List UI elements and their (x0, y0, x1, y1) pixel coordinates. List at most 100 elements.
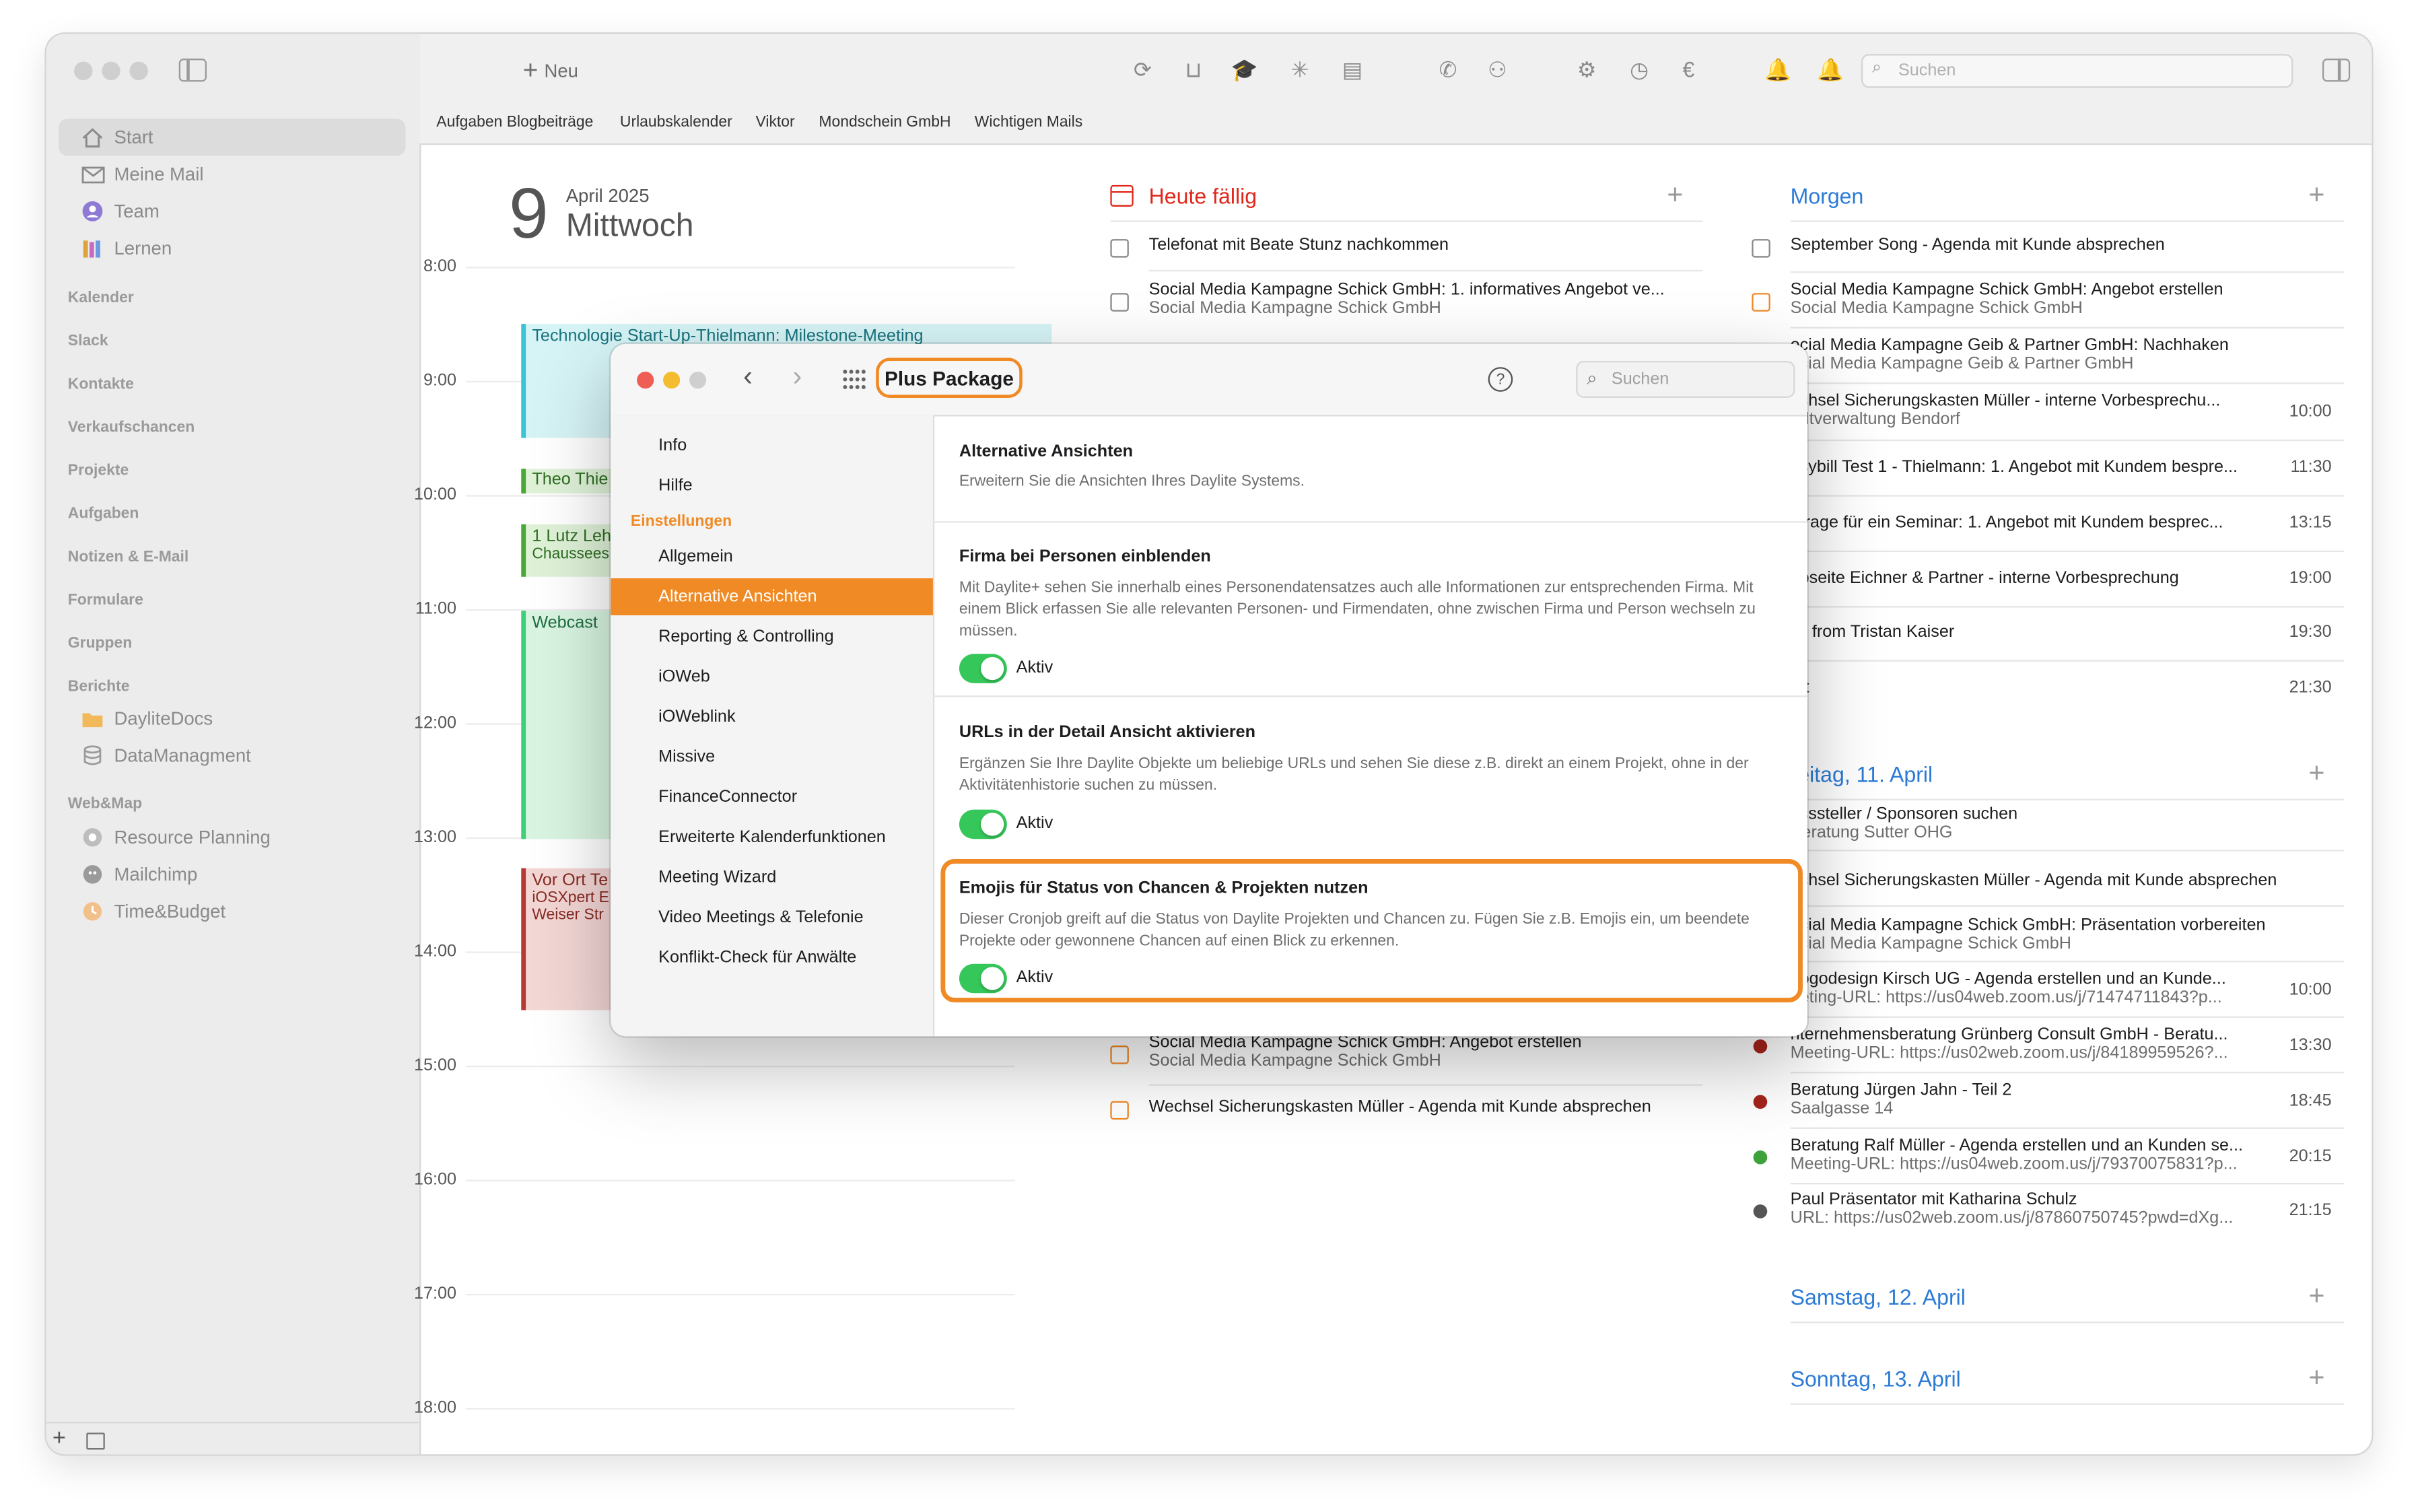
favorite-link[interactable]: Wichtigen Mails (975, 114, 1082, 131)
graduation-cap-icon[interactable]: 🎓 (1231, 55, 1258, 83)
task-checkbox[interactable] (1752, 239, 1770, 258)
dialog-zoom-button[interactable] (689, 372, 707, 389)
sidebar-item-mailchimp[interactable]: Mailchimp (59, 856, 405, 893)
tray-icon[interactable]: ⊔ (1179, 55, 1207, 83)
add-samstag-button[interactable]: + (2308, 1280, 2324, 1312)
add-heute-button[interactable]: + (1667, 179, 1683, 211)
dialog-nav-missive[interactable]: Missive (611, 738, 933, 776)
task-item[interactable]: Social Media Kampagne Schick GmbH: Angeb… (1149, 1033, 1696, 1070)
emojis-toggle[interactable] (959, 963, 1007, 994)
task-item[interactable]: September Song - Agenda mit Kunde abspre… (1791, 236, 2338, 254)
task-item[interactable]: usssteller / Sponsoren suchen Beratung Su… (1791, 805, 2338, 842)
task-checkbox[interactable] (1110, 1101, 1129, 1120)
sidebar-section-verkaufschancen[interactable]: Verkaufschancen (68, 419, 195, 436)
dialog-nav-video-meetings[interactable]: Video Meetings & Telefonie (611, 899, 933, 936)
task-item[interactable]: rzt (1791, 679, 2269, 697)
sidebar-section-kalender[interactable]: Kalender (68, 290, 134, 307)
task-checkbox[interactable] (1110, 293, 1129, 312)
favorite-link[interactable]: Viktor (755, 114, 794, 131)
network-icon[interactable]: ⚙ (1573, 55, 1601, 83)
task-item[interactable]: all from Tristan Kaiser (1791, 623, 2269, 641)
close-window-button[interactable] (73, 61, 93, 81)
task-item[interactable]: Beratung Jürgen Jahn - Teil 2 Saalgasse 1… (1791, 1081, 2269, 1118)
favorite-link[interactable]: Mondschein GmbH (819, 114, 951, 131)
task-item[interactable]: Beratung Ralf Müller - Agenda erstellen … (1791, 1136, 2269, 1173)
dialog-minimize-button[interactable] (663, 372, 681, 389)
calendar-small-icon[interactable] (86, 1433, 105, 1450)
sidebar-item-start[interactable]: Start (59, 118, 406, 156)
task-item[interactable]: Social Media Kampagne Schick GmbH: 1. in… (1149, 281, 1696, 318)
task-item[interactable]: Wechsel Sicherungskasten Müller - Agenda… (1149, 1098, 1696, 1116)
dialog-nav-alternative-ansichten[interactable]: Alternative Ansichten (611, 578, 933, 616)
sidebar-section-notizen[interactable]: Notizen & E-Mail (68, 549, 188, 566)
grid-icon[interactable] (842, 369, 867, 390)
task-item[interactable]: Paul Präsentator mit Katharina Schulz URL… (1791, 1190, 2269, 1227)
dialog-search-input[interactable]: ⌕ Suchen (1576, 361, 1795, 399)
new-button[interactable]: + Neu (523, 55, 578, 86)
dialog-nav-kalenderfunktionen[interactable]: Erweiterte Kalenderfunktionen (611, 819, 933, 856)
dialog-nav-reporting[interactable]: Reporting & Controlling (611, 619, 933, 656)
inspector-toggle-icon[interactable] (2322, 59, 2351, 82)
task-checkbox[interactable] (1752, 293, 1770, 312)
dialog-nav-allgemein[interactable]: Allgemein (611, 538, 933, 575)
sidebar-item-team[interactable]: Team (59, 193, 405, 230)
zoom-window-button[interactable] (129, 61, 148, 81)
favorite-link[interactable]: Urlaubskalender (620, 114, 732, 131)
dialog-nav-financeconnector[interactable]: FinanceConnector (611, 779, 933, 816)
sidebar-section-kontakte[interactable]: Kontakte (68, 376, 134, 393)
dialog-nav-konflikt-check[interactable]: Konflikt-Check für Anwälte (611, 939, 933, 976)
task-item[interactable]: asybill Test 1 - Thielmann: 1. Angebot m… (1791, 458, 2269, 476)
sparkle-icon[interactable]: ✳ (1286, 55, 1314, 83)
sidebar-section-gruppen[interactable]: Gruppen (68, 635, 132, 652)
firma-toggle[interactable] (959, 654, 1007, 683)
task-item[interactable]: Logodesign Kirsch UG - Agenda erstellen … (1791, 970, 2269, 1007)
sidebar-section-aufgaben[interactable]: Aufgaben (68, 506, 139, 522)
sidebar-item-daylitedocs[interactable]: DayliteDocs (59, 700, 405, 737)
task-item[interactable]: Social Media Kampagne Schick GmbH: Angeb… (1791, 281, 2338, 318)
help-icon[interactable]: ? (1488, 367, 1513, 392)
add-morgen-button[interactable]: + (2308, 179, 2324, 211)
bell-icon[interactable]: 🔔 (1817, 55, 1844, 83)
sidebar-section-slack[interactable]: Slack (68, 333, 108, 350)
forward-chevron-icon[interactable]: › (792, 361, 802, 393)
person-icon[interactable]: ⚇ (1484, 55, 1511, 83)
add-freitag-button[interactable]: + (2308, 757, 2324, 790)
sidebar-item-lernen[interactable]: Lernen (59, 230, 405, 267)
urls-toggle[interactable] (959, 809, 1007, 839)
task-checkbox[interactable] (1110, 239, 1129, 258)
refresh-icon[interactable]: ⟳ (1129, 55, 1156, 83)
task-item[interactable]: ocial Media Kampagne Schick GmbH: Präsen… (1791, 916, 2338, 953)
euro-icon[interactable]: € (1675, 55, 1702, 83)
task-item[interactable]: nternehmensberatung Grünberg Consult Gmb… (1791, 1025, 2269, 1062)
task-checkbox[interactable] (1110, 1045, 1129, 1064)
sidebar-item-resource-planning[interactable]: Resource Planning (59, 819, 405, 856)
task-item[interactable]: ocial Media Kampagne Geib & Partner GmbH… (1791, 336, 2338, 373)
sidebar-toggle-icon[interactable] (178, 59, 207, 82)
dialog-nav-ioweb[interactable]: iOWeb (611, 658, 933, 695)
dialog-nav-meeting-wizard[interactable]: Meeting Wizard (611, 859, 933, 896)
favorite-link[interactable]: Aufgaben Blogbeiträge (436, 114, 593, 131)
dialog-close-button[interactable] (637, 372, 654, 389)
dialog-nav-hilfe[interactable]: Hilfe (611, 467, 933, 504)
sidebar-item-mail[interactable]: Meine Mail (59, 156, 405, 193)
sidebar-item-timebudget[interactable]: Time&Budget (59, 893, 405, 930)
dialog-nav-ioweblink[interactable]: iOWeblink (611, 699, 933, 736)
add-sonntag-button[interactable]: + (2308, 1362, 2324, 1394)
sidebar-item-datamanagment[interactable]: DataManagment (59, 737, 405, 774)
back-chevron-icon[interactable]: ‹ (743, 361, 753, 393)
sidebar-section-webmap[interactable]: Web&Map (68, 796, 142, 813)
sidebar-section-berichte[interactable]: Berichte (68, 679, 130, 695)
layout-icon[interactable]: ▤ (1338, 55, 1366, 83)
task-item[interactable]: echsel Sicherungskasten Müller - Agenda … (1791, 871, 2338, 889)
sidebar-section-formulare[interactable]: Formulare (68, 592, 143, 609)
bell-muted-icon[interactable]: 🔔 (1764, 55, 1792, 83)
search-input[interactable]: ⌕ Suchen (1861, 54, 2293, 88)
task-item[interactable]: nfrage für ein Seminar: 1. Angebot mit K… (1791, 514, 2269, 532)
phone-icon[interactable]: ✆ (1434, 55, 1461, 83)
task-item[interactable]: Telefonat mit Beate Stunz nachkommen (1149, 236, 1696, 254)
add-icon[interactable]: + (53, 1425, 66, 1451)
task-item[interactable]: ebseite Eichner & Partner - interne Vorb… (1791, 569, 2269, 587)
minimize-window-button[interactable] (102, 61, 120, 81)
sidebar-section-projekte[interactable]: Projekte (68, 462, 129, 479)
timer-icon[interactable]: ◷ (1626, 55, 1653, 83)
